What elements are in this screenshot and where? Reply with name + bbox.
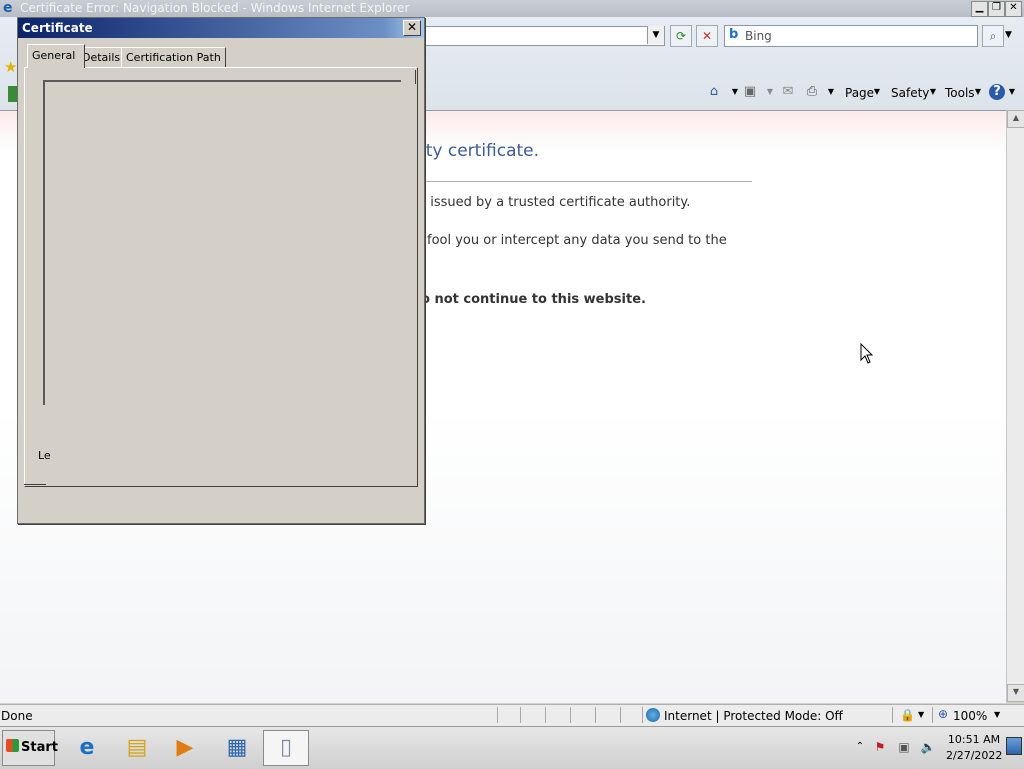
certificate-info-box <box>43 80 401 405</box>
taskbar-media-player-icon[interactable]: ▶ <box>162 730 208 766</box>
page-text-line1: t issued by a trusted certificate author… <box>421 195 691 210</box>
windows-logo-icon <box>6 739 19 752</box>
dialog-close-button[interactable]: ✕ <box>403 20 421 36</box>
rss-icon[interactable]: ▣ <box>742 84 758 100</box>
search-input[interactable]: b Bing <box>724 25 978 47</box>
mail-icon[interactable]: ✉ <box>780 84 796 100</box>
address-bar[interactable] <box>415 26 665 46</box>
home-chevron-down-icon[interactable]: ▼ <box>727 84 743 100</box>
dialog-title-bar: Certificate ✕ <box>18 18 424 38</box>
tab-general[interactable]: General <box>27 44 85 68</box>
minimize-button[interactable]: ▁ <box>971 1 988 17</box>
zoom-chevron-down-icon[interactable]: ▼ <box>994 710 1000 719</box>
window-title: Certificate Error: Navigation Blocked - … <box>20 1 410 15</box>
status-separator <box>595 707 596 723</box>
tools-chevron-down-icon[interactable]: ▼ <box>970 84 986 100</box>
network-icon[interactable]: ▣ <box>896 739 912 755</box>
restore-button[interactable]: ❐ <box>988 1 1005 17</box>
status-text: Done <box>1 709 33 723</box>
heading-divider <box>421 181 752 182</box>
page-chevron-down-icon[interactable]: ▼ <box>869 84 885 100</box>
close-window-button[interactable]: ✕ <box>1005 1 1022 17</box>
search-placeholder: Bing <box>745 29 772 43</box>
zoom-icon[interactable]: ⊕ <box>938 707 948 721</box>
scroll-down-arrow-icon[interactable]: ▼ <box>1007 684 1024 702</box>
page-text-line2: fool you or intercept any data you send … <box>427 233 727 248</box>
taskbar-explorer-icon[interactable]: ▤ <box>114 730 160 766</box>
security-zone[interactable]: Internet | Protected Mode: Off <box>664 709 843 723</box>
home-icon[interactable]: ⌂ <box>706 84 722 100</box>
clock[interactable]: 10:51 AM 2/27/2022 <box>946 732 1002 764</box>
zoom-level[interactable]: 100% <box>953 709 987 723</box>
clock-time: 10:51 AM <box>947 733 1001 746</box>
safety-menu[interactable]: Safety <box>891 86 929 100</box>
status-separator <box>545 707 546 723</box>
action-center-flag-icon[interactable]: ⚑ <box>872 739 888 755</box>
status-separator <box>497 707 498 723</box>
button-edge-line <box>24 484 46 485</box>
show-desktop-icon[interactable] <box>1006 737 1022 755</box>
status-separator <box>570 707 571 723</box>
status-separator <box>932 707 933 723</box>
protected-mode-icon[interactable]: 🔒 <box>900 708 915 722</box>
panel-edge-line <box>415 70 416 84</box>
taskbar: Start e ▤ ▶ ▦ ▯ ⌃ ⚑ ▣ 🔈 10:51 AM 2/27/20… <box>0 726 1024 769</box>
page-heading: ity certificate. <box>421 141 540 161</box>
learn-more-link[interactable]: Le <box>38 449 51 462</box>
safety-chevron-down-icon[interactable]: ▼ <box>925 84 941 100</box>
help-chevron-down-icon[interactable]: ▼ <box>1004 84 1020 100</box>
ie-title-bar: e Certificate Error: Navigation Blocked … <box>0 0 1024 17</box>
start-button[interactable]: Start <box>2 730 58 766</box>
bing-icon: b <box>729 27 739 42</box>
print-chevron-down-icon[interactable]: ▼ <box>823 84 839 100</box>
show-hidden-icons-icon[interactable]: ⌃ <box>852 739 868 755</box>
print-icon[interactable]: ⎙ <box>804 84 820 100</box>
tab-certification-path[interactable]: Certification Path <box>121 47 226 67</box>
search-options-chevron-icon[interactable]: ▼ <box>1005 30 1012 40</box>
start-label: Start <box>21 740 58 755</box>
search-icon[interactable]: ⌕ <box>982 25 1004 47</box>
ie-logo-icon: e <box>3 0 13 16</box>
globe-icon <box>646 708 660 722</box>
scroll-up-arrow-icon[interactable]: ▲ <box>1007 110 1024 128</box>
status-separator <box>620 707 621 723</box>
status-separator <box>642 707 643 723</box>
taskbar-document-icon[interactable]: ▯ <box>263 730 309 766</box>
page-warning-text: o not continue to this website. <box>421 292 646 307</box>
general-tab-panel: Le <box>24 67 418 487</box>
status-separator <box>520 707 521 723</box>
taskbar-ie-icon[interactable]: e <box>64 730 110 766</box>
vertical-scrollbar[interactable]: ▲ ▼ <box>1006 110 1024 702</box>
certificate-dialog: Certificate ✕ General Details Certificat… <box>17 17 425 524</box>
protected-chevron-down-icon[interactable]: ▼ <box>918 710 924 719</box>
taskbar-server-manager-icon[interactable]: ▦ <box>214 730 260 766</box>
address-dropdown-button[interactable]: ▼ <box>647 26 664 44</box>
help-icon[interactable]: ? <box>989 84 1005 100</box>
clock-date: 2/27/2022 <box>946 749 1003 762</box>
status-separator <box>892 707 893 723</box>
refresh-icon[interactable]: ⟳ <box>670 25 692 47</box>
rss-chevron-down-icon[interactable]: ▼ <box>762 84 778 100</box>
stop-icon[interactable]: ✕ <box>696 25 718 47</box>
status-bar: Done Internet | Protected Mode: Off 🔒 ▼ … <box>0 704 1024 726</box>
favorites-star-icon[interactable]: ★ <box>4 58 17 76</box>
volume-icon[interactable]: 🔈 <box>920 739 936 755</box>
dialog-title: Certificate <box>22 21 93 35</box>
mouse-cursor-icon <box>860 342 874 368</box>
